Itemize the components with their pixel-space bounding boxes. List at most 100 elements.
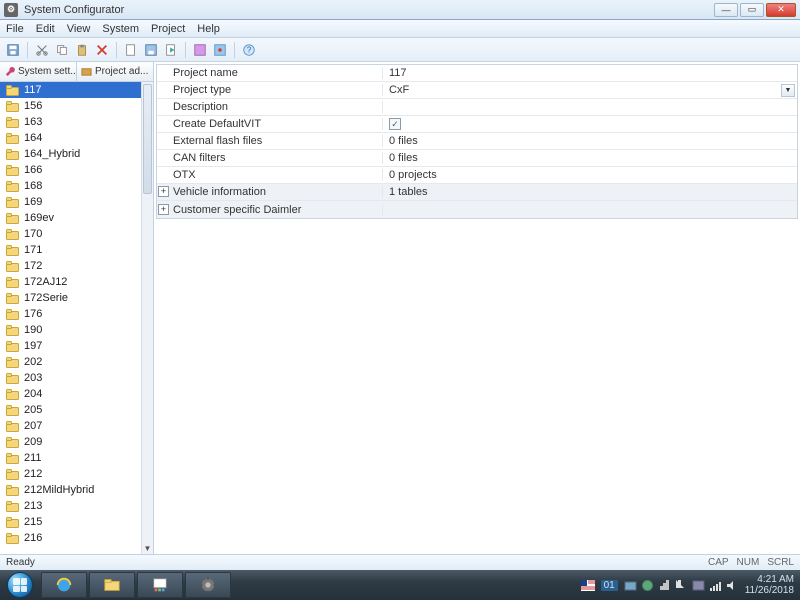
wrench-icon	[4, 66, 15, 77]
tree-item[interactable]: 163	[0, 114, 141, 130]
tree-item[interactable]: 117	[0, 82, 141, 98]
copy-icon[interactable]	[53, 41, 71, 59]
tray-icon[interactable]	[624, 579, 637, 592]
prop-value[interactable]: CxF ▼	[383, 84, 797, 97]
taskbar-app[interactable]	[185, 572, 231, 598]
language-number[interactable]: 01	[601, 580, 618, 591]
tab-system-settings[interactable]: System sett...	[0, 62, 77, 81]
tree-item[interactable]: 209	[0, 434, 141, 450]
prop-value[interactable]: 117	[383, 67, 797, 79]
tree-item[interactable]: 169	[0, 194, 141, 210]
paste-icon[interactable]	[73, 41, 91, 59]
tree-item[interactable]: 202	[0, 354, 141, 370]
volume-icon[interactable]	[726, 579, 739, 592]
separator	[185, 42, 186, 58]
config2-icon[interactable]	[211, 41, 229, 59]
start-button[interactable]	[0, 570, 40, 600]
tree-item[interactable]: 172	[0, 258, 141, 274]
scroll-down-icon[interactable]: ▼	[142, 542, 153, 554]
tree-item[interactable]: 197	[0, 338, 141, 354]
action-center-icon[interactable]	[675, 579, 688, 592]
prop-can-filters[interactable]: CAN filters 0 files	[157, 150, 797, 167]
main-area: System sett... Project ad... 11715616316…	[0, 62, 800, 554]
clock[interactable]: 4:21 AM 11/26/2018	[745, 574, 794, 596]
menu-help[interactable]: Help	[197, 23, 220, 35]
windows-logo-icon	[7, 572, 33, 598]
prop-project-type[interactable]: Project type CxF ▼	[157, 82, 797, 99]
taskbar-paint[interactable]	[137, 572, 183, 598]
prop-value[interactable]: 0 files	[383, 152, 797, 164]
taskbar-explorer[interactable]	[89, 572, 135, 598]
help-icon[interactable]: ?	[240, 41, 258, 59]
close-button[interactable]: ✕	[766, 3, 796, 17]
config1-icon[interactable]	[191, 41, 209, 59]
prop-key: Description	[157, 101, 383, 113]
prop-vehicle-information[interactable]: + Vehicle information 1 tables	[157, 184, 797, 201]
prop-key: Project type	[157, 84, 383, 96]
tree-item[interactable]: 205	[0, 402, 141, 418]
prop-description[interactable]: Description	[157, 99, 797, 116]
tree-item[interactable]: 156	[0, 98, 141, 114]
tree-item[interactable]: 166	[0, 162, 141, 178]
tree-item[interactable]: 213	[0, 498, 141, 514]
chevron-down-icon[interactable]: ▼	[781, 84, 795, 97]
tree-item[interactable]: 164_Hybrid	[0, 146, 141, 162]
prop-project-name[interactable]: Project name 117	[157, 65, 797, 82]
menu-project[interactable]: Project	[151, 23, 185, 35]
tree-item[interactable]: 204	[0, 386, 141, 402]
prop-create-default-vit[interactable]: Create DefaultVIT ✓	[157, 116, 797, 133]
new-doc-icon[interactable]	[122, 41, 140, 59]
language-indicator-icon[interactable]	[581, 580, 595, 591]
network-icon[interactable]	[709, 579, 722, 592]
tree-item[interactable]: 207	[0, 418, 141, 434]
tree-item[interactable]: 172Serie	[0, 290, 141, 306]
tray-icon[interactable]	[658, 579, 671, 592]
prop-key: Create DefaultVIT	[157, 118, 383, 130]
tree-item[interactable]: 215	[0, 514, 141, 530]
tree-item[interactable]: 211	[0, 450, 141, 466]
scroll-thumb[interactable]	[143, 84, 152, 194]
tree-item[interactable]: 176	[0, 306, 141, 322]
prop-otx[interactable]: OTX 0 projects	[157, 167, 797, 184]
tab-project-admin[interactable]: Project ad...	[77, 62, 153, 81]
menu-edit[interactable]: Edit	[36, 23, 55, 35]
menu-file[interactable]: File	[6, 23, 24, 35]
tree-scrollbar[interactable]: ▲ ▼	[141, 82, 153, 554]
cut-icon[interactable]	[33, 41, 51, 59]
taskbar-ie[interactable]	[41, 572, 87, 598]
tray-icon[interactable]	[641, 579, 654, 592]
menu-view[interactable]: View	[67, 23, 91, 35]
taskbar: 01 4:21 AM 11/26/2018	[0, 570, 800, 600]
tree-item[interactable]: 216	[0, 530, 141, 546]
tree-item[interactable]: 172AJ12	[0, 274, 141, 290]
tree-item[interactable]: 168	[0, 178, 141, 194]
delete-icon[interactable]	[93, 41, 111, 59]
tree-item[interactable]: 170	[0, 226, 141, 242]
prop-customer-specific[interactable]: + Customer specific Daimler	[157, 201, 797, 218]
folder-icon	[6, 485, 19, 496]
tree-item-label: 215	[24, 516, 42, 528]
tray-icon[interactable]	[692, 579, 705, 592]
tree-item[interactable]: 171	[0, 242, 141, 258]
tree-item[interactable]: 164	[0, 130, 141, 146]
prop-value[interactable]: 0 projects	[383, 169, 797, 181]
save-icon[interactable]	[4, 41, 22, 59]
prop-value[interactable]: ✓	[383, 118, 797, 130]
tree-item[interactable]: 190	[0, 322, 141, 338]
checkbox-checked-icon[interactable]: ✓	[389, 118, 401, 130]
save-doc-icon[interactable]	[142, 41, 160, 59]
expander-plus-icon[interactable]: +	[158, 186, 169, 197]
menu-system[interactable]: System	[102, 23, 139, 35]
folder-icon	[6, 501, 19, 512]
tree-item[interactable]: 169ev	[0, 210, 141, 226]
maximize-button[interactable]: ▭	[740, 3, 764, 17]
expander-plus-icon[interactable]: +	[158, 204, 169, 215]
tree-item[interactable]: 212MildHybrid	[0, 482, 141, 498]
minimize-button[interactable]: ―	[714, 3, 738, 17]
prop-value[interactable]: 0 files	[383, 135, 797, 147]
tree-item[interactable]: 212	[0, 466, 141, 482]
prop-external-flash[interactable]: External flash files 0 files	[157, 133, 797, 150]
tree-item[interactable]: 203	[0, 370, 141, 386]
tree-item-label: 164_Hybrid	[24, 148, 80, 160]
export-icon[interactable]	[162, 41, 180, 59]
